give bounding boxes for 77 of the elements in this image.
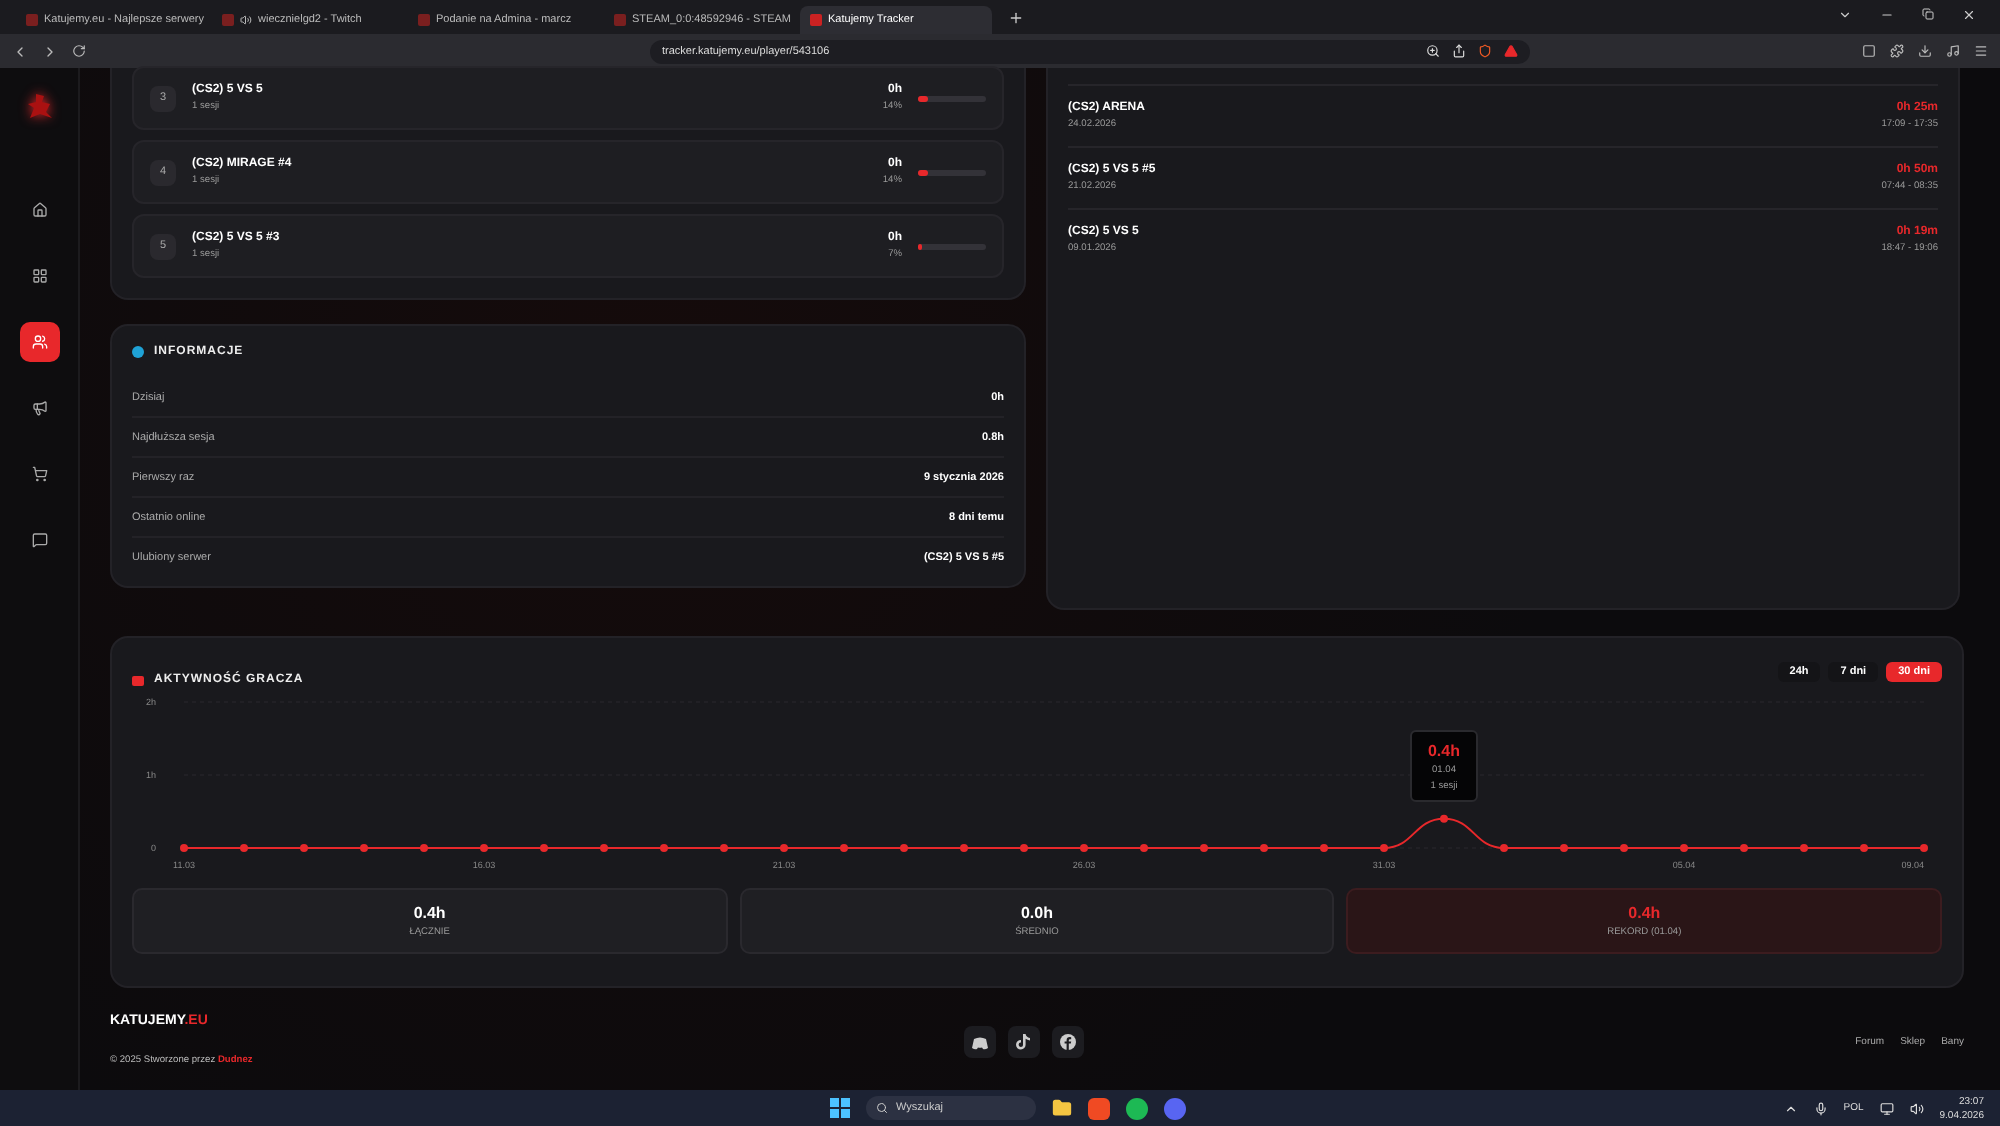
menu-icon[interactable] — [1974, 44, 1988, 58]
facebook-icon — [1059, 1034, 1076, 1050]
forward-icon[interactable] — [42, 43, 58, 59]
share-icon[interactable] — [1452, 44, 1466, 58]
triangle-icon[interactable] — [1504, 44, 1518, 58]
tooltip-value: 0.4h — [1427, 741, 1460, 759]
extensions-icon[interactable] — [1890, 44, 1904, 58]
data-point — [1380, 844, 1388, 852]
new-tab-icon[interactable] — [1008, 9, 1024, 25]
data-point — [1500, 844, 1508, 852]
data-point — [1140, 844, 1148, 852]
social-button[interactable] — [1007, 1026, 1040, 1058]
data-point — [180, 844, 188, 852]
data-point — [300, 844, 308, 852]
data-point — [720, 844, 728, 852]
volume-icon[interactable] — [1909, 1101, 1924, 1115]
social-button[interactable] — [963, 1026, 996, 1058]
data-point — [1260, 844, 1268, 852]
zoom-icon[interactable] — [1426, 44, 1440, 58]
music-icon[interactable] — [1946, 44, 1960, 58]
search-icon — [876, 1102, 888, 1114]
maximize-icon[interactable] — [1922, 7, 1934, 19]
network-icon[interactable] — [1879, 1101, 1894, 1115]
chevron-down-icon[interactable] — [1838, 7, 1852, 21]
chat-icon — [31, 532, 47, 548]
reload-icon[interactable] — [72, 44, 86, 58]
data-point — [1020, 844, 1028, 852]
data-point — [1620, 844, 1628, 852]
info-icon — [132, 346, 144, 358]
favicon-icon — [810, 14, 822, 26]
stat-value: 0.4h — [1628, 904, 1661, 922]
chevron-up-icon[interactable] — [1783, 1101, 1798, 1115]
logo-icon — [25, 92, 53, 120]
back-icon[interactable] — [12, 43, 28, 59]
cart-icon — [31, 466, 47, 482]
stat-value: 0.0h — [1020, 904, 1053, 922]
download-icon[interactable] — [1918, 44, 1932, 58]
data-point — [900, 844, 908, 852]
data-point — [360, 844, 368, 852]
close-icon[interactable] — [1962, 7, 1976, 21]
data-point — [1920, 844, 1928, 852]
favicon-icon — [222, 14, 234, 26]
data-point — [420, 844, 428, 852]
windows-icon[interactable] — [830, 1098, 850, 1118]
data-point — [1860, 844, 1868, 852]
data-point — [600, 844, 608, 852]
data-point — [1080, 844, 1088, 852]
favicon-icon — [614, 14, 626, 26]
favicon-icon — [26, 14, 38, 26]
folder-icon[interactable] — [1052, 1098, 1072, 1118]
shield-icon[interactable] — [1478, 44, 1492, 58]
data-point — [1320, 844, 1328, 852]
favicon-icon — [418, 14, 430, 26]
data-point — [1680, 844, 1688, 852]
data-point — [660, 844, 668, 852]
social-button[interactable] — [1051, 1026, 1084, 1058]
megaphone-icon — [31, 400, 47, 416]
table-icon — [31, 268, 47, 284]
chart-icon — [132, 675, 144, 685]
stat-value: 0.4h — [413, 904, 446, 922]
microphone-icon[interactable] — [1813, 1101, 1828, 1115]
users-icon — [31, 334, 47, 350]
data-point — [960, 844, 968, 852]
home-icon — [31, 202, 47, 218]
data-point — [840, 844, 848, 852]
data-point — [240, 844, 248, 852]
data-point — [1800, 844, 1808, 852]
music-note-icon — [1016, 1034, 1031, 1050]
data-point — [1560, 844, 1568, 852]
sidebar-item[interactable] — [19, 322, 59, 362]
data-point — [1440, 814, 1448, 823]
data-point — [480, 844, 488, 852]
data-point — [1740, 844, 1748, 852]
data-point — [1200, 844, 1208, 852]
sidebar-icon[interactable] — [1862, 44, 1876, 58]
data-point — [540, 844, 548, 852]
data-point — [780, 844, 788, 852]
